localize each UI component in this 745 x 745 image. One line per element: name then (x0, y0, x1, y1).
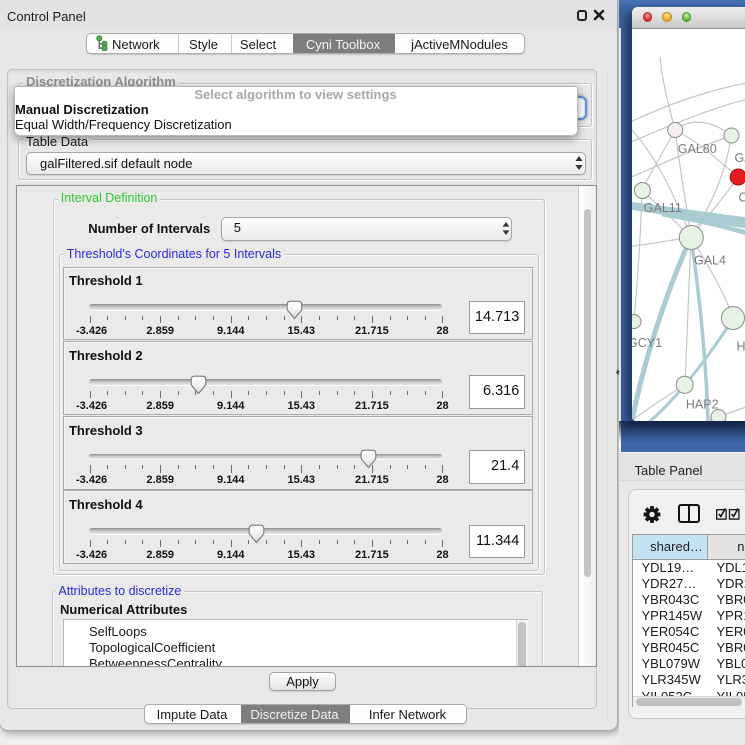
svg-text:HAP2: HAP2 (685, 397, 718, 411)
svg-text:GCY1: GCY1 (632, 336, 662, 350)
svg-text:GAL11: GAL11 (643, 201, 681, 215)
svg-text:COS5: COS5 (738, 190, 745, 204)
svg-text:HIS4: HIS4 (736, 339, 745, 353)
svg-text:GAL7: GAL7 (734, 151, 745, 165)
svg-text:GAL80: GAL80 (677, 142, 716, 156)
svg-text:GAL4: GAL4 (694, 253, 726, 267)
